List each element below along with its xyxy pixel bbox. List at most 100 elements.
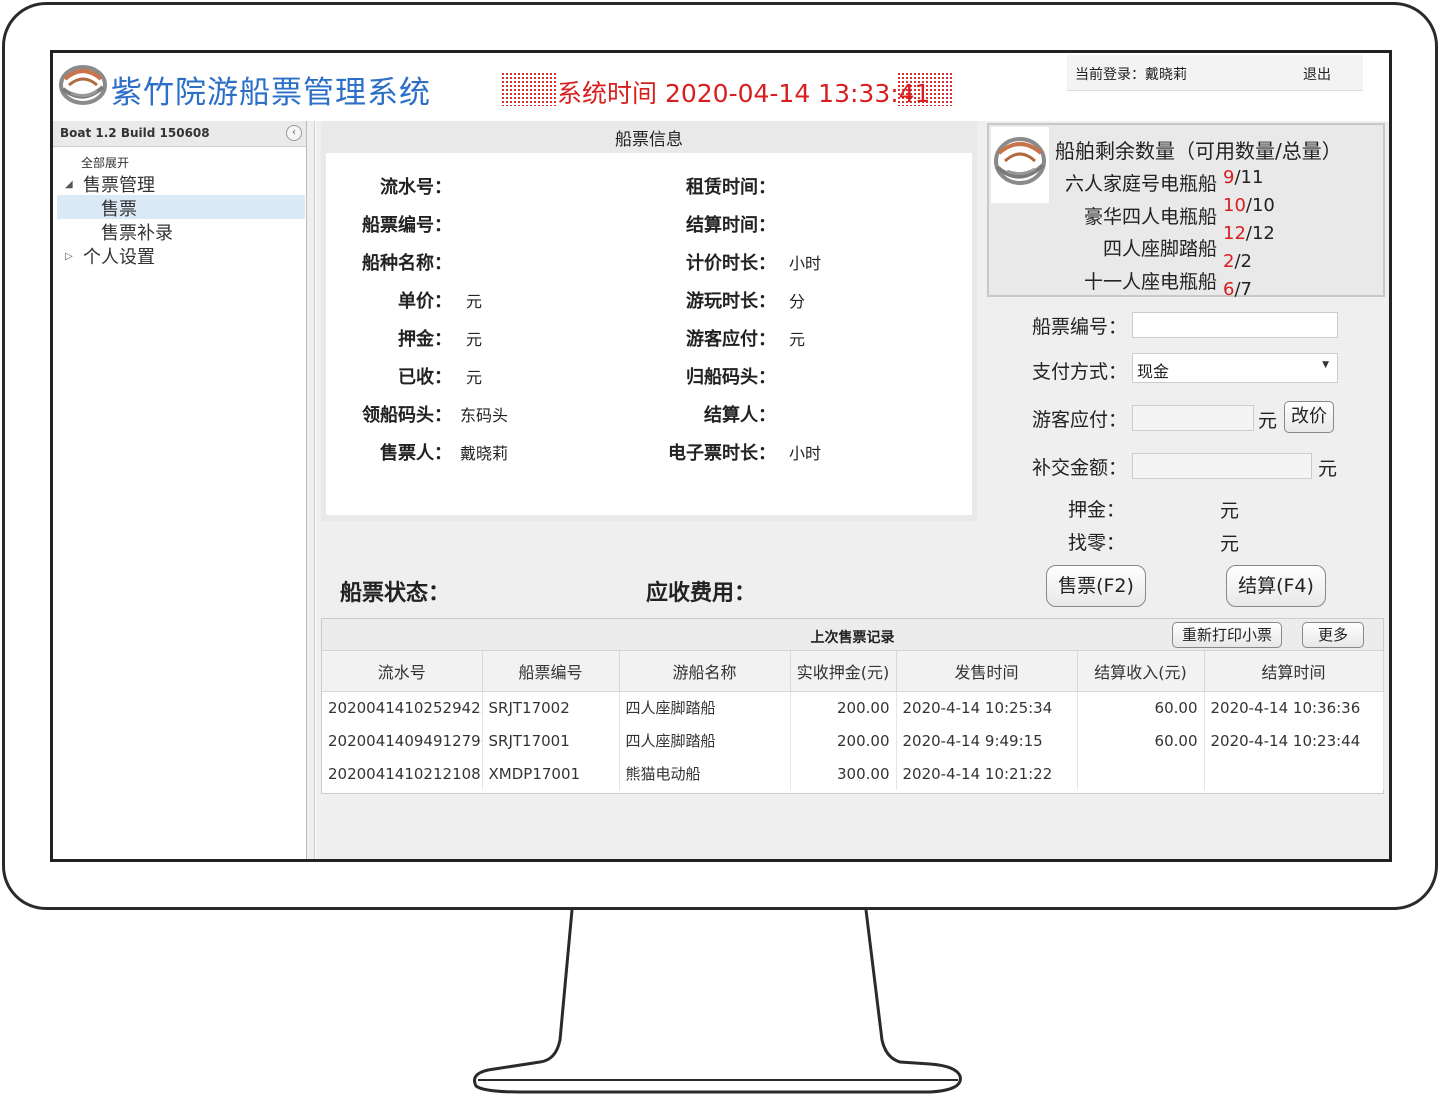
stock-total: /11 bbox=[1234, 167, 1264, 188]
stock-count: 10/10 bbox=[1223, 195, 1275, 216]
stock-count: 6/7 bbox=[1223, 279, 1252, 300]
column-header[interactable]: 发售时间 bbox=[896, 651, 1078, 692]
table-row[interactable]: 20200414102121087 XMDP17001 熊猫电动船 300.00… bbox=[322, 757, 1384, 790]
sidebar-item-ticket-management[interactable]: 售票管理 bbox=[83, 171, 155, 197]
deposit-unit: 元 bbox=[1220, 500, 1240, 522]
payment-method-value: 现金 bbox=[1137, 362, 1170, 381]
collapsed-arrow-icon[interactable]: ▷ bbox=[65, 251, 73, 262]
last-sales-records: 上次售票记录 重新打印小票 更多 流水号 船票编号 游船名称 实收押金(元) 发… bbox=[321, 618, 1384, 794]
cell-settle-income: 60.00 bbox=[1077, 691, 1205, 724]
logout-link[interactable]: 退出 bbox=[1303, 64, 1331, 84]
field-value-pickup-dock: 东码头 bbox=[460, 406, 509, 425]
records-title-bar: 上次售票记录 重新打印小票 更多 bbox=[322, 619, 1383, 651]
stock-count: 2/2 bbox=[1223, 251, 1252, 272]
field-value-play-duration: 分 bbox=[789, 292, 806, 311]
expanded-arrow-icon[interactable]: ◢ bbox=[65, 179, 73, 190]
column-header[interactable]: 实收押金(元) bbox=[790, 651, 897, 692]
table-header-row: 流水号 船票编号 游船名称 实收押金(元) 发售时间 结算收入(元) 结算时间 bbox=[322, 651, 1384, 692]
stock-total: /2 bbox=[1234, 251, 1252, 272]
payment-method-label: 支付方式： bbox=[1032, 361, 1128, 383]
sell-ticket-button[interactable]: 售票(F2) bbox=[1046, 565, 1146, 607]
cell-boat-name: 四人座脚踏船 bbox=[619, 691, 791, 724]
app-header: 紫竹院游船票管理系统 系统时间 2020-04-14 13:33:41 当前登录… bbox=[53, 53, 1389, 119]
column-header[interactable]: 船票编号 bbox=[482, 651, 620, 692]
table-row[interactable]: 20200414094912796 SRJT17001 四人座脚踏船 200.0… bbox=[322, 724, 1384, 757]
field-value-received: 元 bbox=[466, 368, 483, 387]
payment-method-select[interactable]: 现金 ▼ bbox=[1132, 353, 1338, 383]
field-label-rent-time: 租赁时间： bbox=[686, 177, 776, 198]
cell-sale-time: 2020-4-14 10:21:22 bbox=[896, 757, 1078, 790]
field-value-unit-price: 元 bbox=[466, 292, 483, 311]
field-label-play-duration: 游玩时长： bbox=[686, 291, 776, 312]
ticket-status-label: 船票状态： bbox=[340, 581, 451, 606]
cell-ticket-no: SRJT17002 bbox=[482, 691, 620, 724]
stock-available: 10 bbox=[1223, 195, 1246, 216]
deposit-label: 押金： bbox=[1068, 499, 1126, 521]
more-button[interactable]: 更多 bbox=[1302, 622, 1364, 648]
visitor-due-unit: 元 bbox=[1258, 410, 1278, 432]
extra-amount-label: 补交金额： bbox=[1032, 457, 1128, 479]
ticket-info-body: 流水号： 船票编号： 船种名称： 单价： 元 押金： 元 已收： 元 领船码头：… bbox=[326, 153, 972, 515]
stock-count: 12/12 bbox=[1223, 223, 1275, 244]
stock-boat-name: 十一人座电瓶船 bbox=[1083, 271, 1217, 293]
selected-row-highlight bbox=[57, 195, 305, 219]
logo-icon bbox=[991, 127, 1049, 203]
cell-ticket-no: SRJT17001 bbox=[482, 724, 620, 757]
records-table: 流水号 船票编号 游船名称 实收押金(元) 发售时间 结算收入(元) 结算时间 … bbox=[322, 651, 1384, 790]
change-label: 找零： bbox=[1068, 532, 1126, 554]
cell-settle-income bbox=[1077, 757, 1205, 790]
ticket-no-label: 船票编号： bbox=[1032, 316, 1128, 338]
field-value-visitor-due: 元 bbox=[789, 330, 806, 349]
app-screen: 紫竹院游船票管理系统 系统时间 2020-04-14 13:33:41 当前登录… bbox=[50, 50, 1392, 862]
cell-settle-time bbox=[1204, 757, 1384, 790]
sidebar-item-sell-ticket[interactable]: 售票 bbox=[101, 195, 137, 221]
field-label-serial: 流水号： bbox=[380, 177, 452, 198]
field-label-eticket-duration: 电子票时长： bbox=[668, 443, 776, 464]
collapse-icon[interactable]: ‹ bbox=[286, 125, 302, 141]
field-label-return-dock: 归船码头： bbox=[686, 367, 776, 388]
stock-boat-name: 六人家庭号电瓶船 bbox=[1064, 173, 1217, 195]
change-unit: 元 bbox=[1220, 533, 1240, 555]
cell-settle-time: 2020-4-14 10:23:44 bbox=[1204, 724, 1384, 757]
cell-deposit: 200.00 bbox=[790, 691, 897, 724]
settle-button[interactable]: 结算(F4) bbox=[1226, 565, 1326, 607]
ticket-no-input[interactable] bbox=[1132, 312, 1338, 338]
system-time-banner: 系统时间 2020-04-14 13:33:41 bbox=[501, 72, 953, 108]
field-label-settler: 结算人： bbox=[704, 405, 776, 426]
sidebar: Boat 1.2 Build 150608 ‹ 全部展开 ◢ 售票管理 售票 售… bbox=[53, 121, 307, 859]
field-label-billing-duration: 计价时长： bbox=[686, 253, 776, 274]
column-header[interactable]: 结算时间 bbox=[1204, 651, 1384, 692]
cell-boat-name: 四人座脚踏船 bbox=[619, 724, 791, 757]
column-header[interactable]: 游船名称 bbox=[619, 651, 791, 692]
splitter-handle[interactable] bbox=[307, 121, 315, 859]
stock-available: 9 bbox=[1223, 167, 1235, 188]
sidebar-item-ticket-backfill[interactable]: 售票补录 bbox=[101, 219, 173, 245]
field-value-eticket-duration: 小时 bbox=[789, 444, 822, 463]
cell-sale-time: 2020-4-14 9:49:15 bbox=[896, 724, 1078, 757]
stock-total: /12 bbox=[1245, 223, 1275, 244]
field-label-settle-time: 结算时间： bbox=[686, 215, 776, 236]
extra-amount-input[interactable] bbox=[1132, 453, 1312, 479]
field-label-visitor-due: 游客应付： bbox=[686, 329, 776, 350]
cell-serial: 20200414102121087 bbox=[322, 757, 483, 790]
visitor-due-input[interactable] bbox=[1132, 405, 1254, 431]
field-value-deposit: 元 bbox=[466, 330, 483, 349]
field-label-unit-price: 单价： bbox=[398, 291, 452, 312]
change-price-button[interactable]: 改价 bbox=[1284, 401, 1334, 433]
cell-serial: 20200414102529422 bbox=[322, 691, 483, 724]
field-label-deposit: 押金： bbox=[398, 329, 452, 350]
reprint-receipt-button[interactable]: 重新打印小票 bbox=[1172, 622, 1282, 648]
field-value-seller: 戴晓莉 bbox=[460, 444, 509, 463]
receivable-label: 应收费用： bbox=[646, 581, 757, 606]
column-header[interactable]: 流水号 bbox=[322, 651, 483, 692]
expand-all-link[interactable]: 全部展开 bbox=[81, 154, 129, 171]
column-header[interactable]: 结算收入(元) bbox=[1077, 651, 1205, 692]
stock-count: 9/11 bbox=[1223, 167, 1263, 188]
cell-deposit: 300.00 bbox=[790, 757, 897, 790]
extra-amount-unit: 元 bbox=[1318, 458, 1338, 480]
sidebar-item-personal-settings[interactable]: 个人设置 bbox=[83, 243, 155, 269]
current-user-label: 当前登录：戴晓莉 bbox=[1075, 67, 1187, 83]
table-row[interactable]: 20200414102529422 SRJT17002 四人座脚踏船 200.0… bbox=[322, 691, 1384, 724]
field-label-pickup-dock: 领船码头： bbox=[362, 405, 452, 426]
field-label-ticket-no: 船票编号： bbox=[362, 215, 452, 236]
